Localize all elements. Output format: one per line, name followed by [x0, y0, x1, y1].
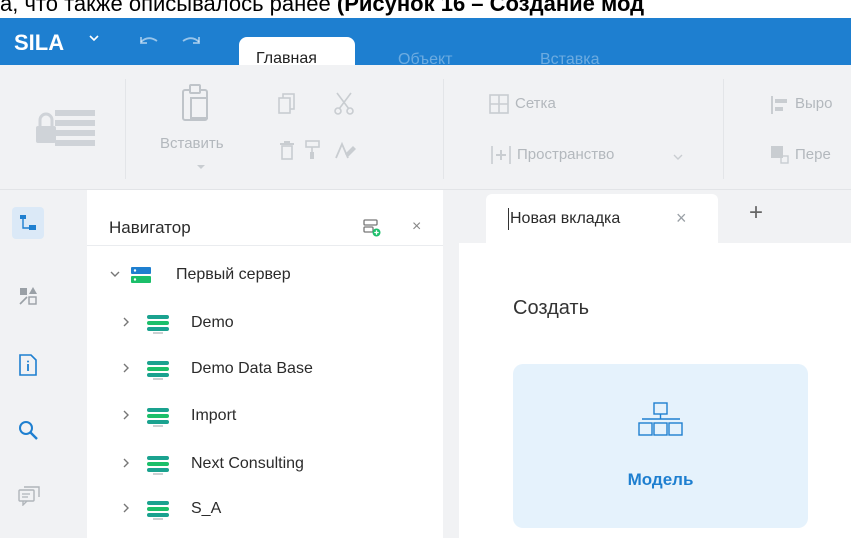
- app-brand[interactable]: SILA: [14, 30, 64, 56]
- search-icon[interactable]: [12, 414, 44, 446]
- title-bar: SILA Главная Объект Вставка: [0, 18, 851, 83]
- left-icon-strip: [0, 190, 87, 538]
- copy-icon[interactable]: [278, 93, 296, 115]
- database-icon: [147, 501, 169, 520]
- spacing-icon[interactable]: [491, 145, 511, 165]
- chevron-right-icon[interactable]: [120, 457, 132, 469]
- document-text-line: а, что также описывалось ранее (Рисунок …: [0, 0, 851, 18]
- chevron-right-icon[interactable]: [120, 409, 132, 421]
- panel-splitter[interactable]: [443, 190, 459, 538]
- move-label[interactable]: Пере: [795, 146, 831, 163]
- chevron-right-icon[interactable]: [120, 316, 132, 328]
- shapes-icon[interactable]: [12, 280, 44, 312]
- navigator-header: Навигатор ×: [87, 190, 443, 246]
- paste-icon[interactable]: [181, 82, 211, 122]
- move-icon[interactable]: [771, 146, 789, 164]
- database-icon: [147, 456, 169, 475]
- tree-item-label: Demo: [191, 314, 234, 331]
- create-model-card[interactable]: Модель: [513, 364, 808, 528]
- tree-item-database[interactable]: Import: [87, 405, 443, 429]
- card-label: Модель: [627, 470, 694, 489]
- chevron-down-icon[interactable]: [109, 268, 121, 280]
- tab-new[interactable]: Новая вкладка ×: [486, 194, 718, 245]
- tree-item-label: Next Consulting: [191, 455, 304, 472]
- properties-icon[interactable]: [12, 348, 44, 380]
- database-icon: [147, 315, 169, 334]
- doc-text-prefix: а, что также описывалось ранее: [0, 0, 337, 16]
- comments-icon[interactable]: [12, 480, 44, 512]
- lock-list-icon[interactable]: [33, 108, 95, 148]
- ribbon-toolbar: Вставить Сетка Пространство Выро Пере: [0, 65, 851, 190]
- database-icon: [147, 361, 169, 380]
- navigator-close-button[interactable]: ×: [412, 218, 421, 236]
- chevron-right-icon[interactable]: [120, 362, 132, 374]
- tree-item-label: Первый сервер: [176, 266, 291, 283]
- navigator-panel: Навигатор × Первый сервер Demo Demo Data…: [87, 190, 443, 538]
- grid-label[interactable]: Сетка: [515, 95, 556, 112]
- tree-item-label: S_A: [191, 500, 222, 517]
- model-hierarchy-icon: [638, 402, 683, 436]
- chevron-down-icon[interactable]: [88, 32, 100, 44]
- tree-item-database[interactable]: S_A: [87, 498, 443, 522]
- new-tab-button[interactable]: +: [749, 199, 763, 227]
- chevron-down-icon[interactable]: [673, 153, 683, 161]
- create-heading: Создать: [513, 297, 590, 319]
- doc-text-bold: (Рисунок 16 – Создание мод: [336, 0, 645, 16]
- align-icon[interactable]: [771, 96, 789, 114]
- space-label[interactable]: Пространство: [517, 146, 614, 163]
- align-label[interactable]: Выро: [795, 95, 832, 112]
- delete-icon[interactable]: [279, 140, 295, 160]
- undo-icon[interactable]: [138, 34, 160, 48]
- navigator-icon[interactable]: [12, 207, 44, 239]
- cut-icon[interactable]: [333, 91, 355, 115]
- chevron-right-icon[interactable]: [120, 502, 132, 514]
- paste-label[interactable]: Вставить: [160, 135, 224, 152]
- database-icon: [147, 408, 169, 427]
- tab-close-button[interactable]: ×: [676, 208, 687, 229]
- tab-label: Новая вкладка: [510, 210, 621, 227]
- tree-item-label: Import: [191, 407, 237, 424]
- grid-icon[interactable]: [489, 94, 509, 114]
- clear-format-icon[interactable]: [333, 140, 357, 160]
- server-icon: [131, 267, 151, 283]
- tree-item-server[interactable]: Первый сервер: [87, 264, 443, 288]
- tree-item-database[interactable]: Demo Data Base: [87, 358, 443, 382]
- navigator-title: Навигатор: [109, 218, 191, 237]
- chevron-down-icon[interactable]: [196, 163, 206, 171]
- tree-item-database[interactable]: Demo: [87, 312, 443, 336]
- redo-icon[interactable]: [180, 34, 202, 48]
- text-cursor: [508, 208, 509, 230]
- format-painter-icon[interactable]: [305, 140, 321, 160]
- tree-item-label: Demo Data Base: [191, 360, 313, 377]
- tree-item-database[interactable]: Next Consulting: [87, 453, 443, 477]
- add-server-icon[interactable]: [363, 219, 381, 237]
